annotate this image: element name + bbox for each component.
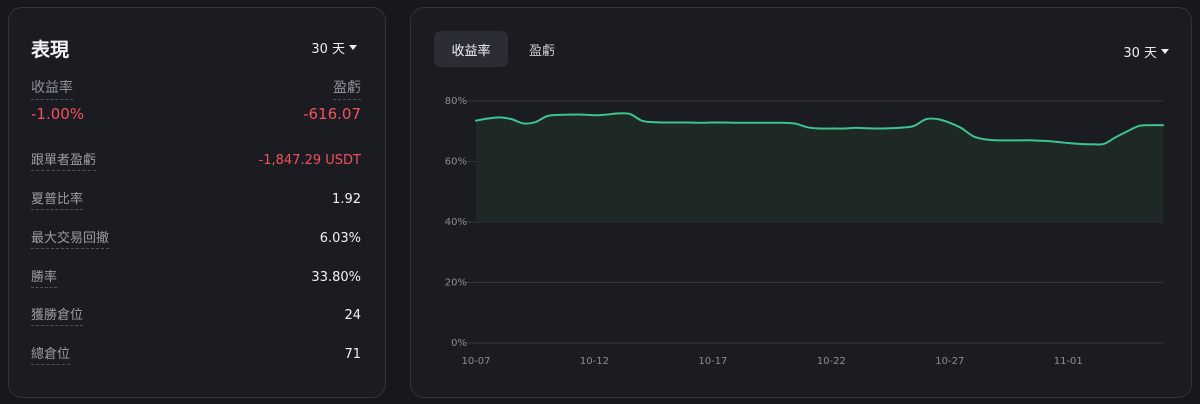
x-tick-label: 10-27 xyxy=(935,356,964,367)
metric-value: 71 xyxy=(344,346,361,362)
performance-card: 表現 30 天 收益率 盈虧 -1.00% -616.07 跟單者盈虧 -1,8… xyxy=(8,7,386,398)
metric-label[interactable]: 最大交易回撤 xyxy=(31,227,110,249)
performance-period-label: 30 天 xyxy=(311,42,345,57)
performance-title: 表現 xyxy=(31,39,70,61)
pnl-value: -616.07 xyxy=(303,105,361,123)
metric-value: 1.92 xyxy=(332,191,361,207)
metric-value: -1,847.29 USDT xyxy=(258,152,361,168)
yield-rate-chart[interactable]: 0% 20% 40% 60% 80% 10-07 10-12 10-17 10-22 10-27… xyxy=(411,78,1191,378)
x-tick-label: 11-01 xyxy=(1054,356,1083,367)
metric-row-max-drawdown: 最大交易回撤 6.03% xyxy=(31,227,361,249)
caret-down-icon xyxy=(1161,49,1169,54)
x-tick-label: 10-12 xyxy=(580,356,609,367)
metric-row-win-rate: 勝率 33.80% xyxy=(31,266,361,288)
metric-label[interactable]: 夏普比率 xyxy=(31,188,84,210)
metric-row-total-positions: 總倉位 71 xyxy=(31,343,361,365)
metric-row-winning-positions: 獲勝倉位 24 xyxy=(31,304,361,326)
chart-area-layer xyxy=(475,112,1164,222)
x-axis-ticks: 10-07 10-12 10-17 10-22 10-27 11-01 xyxy=(461,356,1082,367)
metric-value: 6.03% xyxy=(319,230,361,246)
y-axis-ticks: 0% 20% 40% 60% 80% xyxy=(445,96,467,349)
yield-rate-label[interactable]: 收益率 xyxy=(31,77,73,100)
y-tick-label: 0% xyxy=(451,338,467,349)
tab-yield-rate[interactable]: 收益率 xyxy=(434,31,508,67)
metric-value: 33.80% xyxy=(311,269,361,285)
metric-row-copier-pnl: 跟單者盈虧 -1,847.29 USDT xyxy=(31,149,361,171)
chart-period-dropdown[interactable]: 30 天 xyxy=(1123,42,1169,61)
metric-row-sharpe-ratio: 夏普比率 1.92 xyxy=(31,188,361,210)
x-tick-label: 10-07 xyxy=(461,356,490,367)
y-tick-label: 40% xyxy=(445,217,467,228)
caret-down-icon xyxy=(349,45,357,50)
metric-label[interactable]: 獲勝倉位 xyxy=(31,304,84,326)
x-tick-label: 10-22 xyxy=(817,356,846,367)
area-fill xyxy=(476,113,1163,222)
performance-period-dropdown[interactable]: 30 天 xyxy=(311,38,357,57)
y-tick-label: 60% xyxy=(445,157,467,168)
pnl-label[interactable]: 盈虧 xyxy=(333,77,361,100)
y-tick-label: 80% xyxy=(445,96,467,107)
x-tick-label: 10-17 xyxy=(698,356,727,367)
y-tick-label: 20% xyxy=(445,278,467,289)
yield-rate-value: -1.00% xyxy=(31,105,85,123)
chart-period-label: 30 天 xyxy=(1123,46,1157,61)
metric-label[interactable]: 總倉位 xyxy=(31,343,71,365)
chart-card: 收益率 盈虧 30 天 0% 20% 40% 60% 80% 10-07 10-12 10-… xyxy=(410,7,1192,398)
tab-pnl[interactable]: 盈虧 xyxy=(517,31,567,67)
metric-label[interactable]: 跟單者盈虧 xyxy=(31,149,97,171)
metric-value: 24 xyxy=(344,307,361,323)
metric-label[interactable]: 勝率 xyxy=(31,266,58,288)
